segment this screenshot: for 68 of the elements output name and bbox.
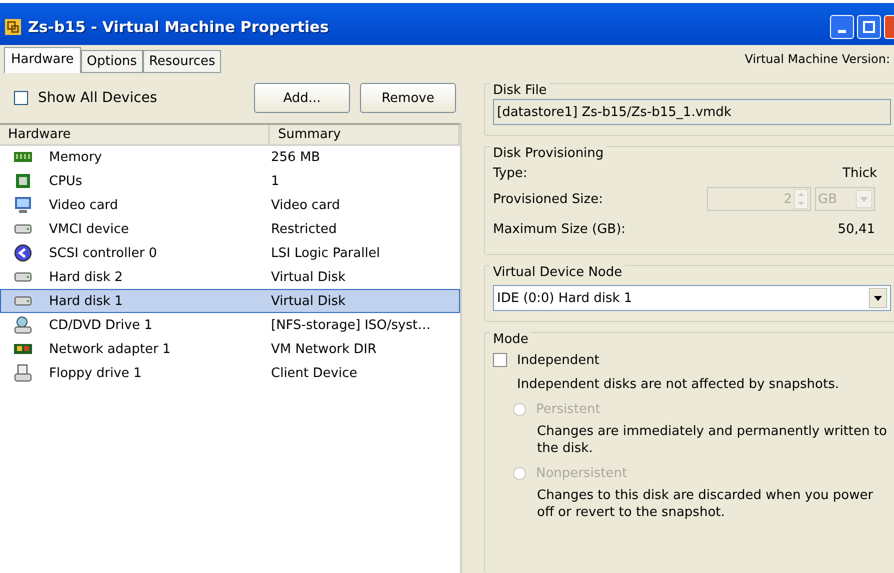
table-row[interactable]: VMCI device Restricted: [0, 217, 460, 241]
table-cell: Network adapter 1: [49, 342, 171, 356]
table-cell: SCSI controller 0: [49, 246, 157, 260]
field-label: Maximum Size (GB):: [493, 222, 626, 236]
field-label: Type:: [493, 166, 528, 180]
table-row[interactable]: Hard disk 1 Virtual Disk: [0, 289, 460, 313]
floppy-drive-icon: [13, 364, 33, 382]
table-cell-text: 256 MB: [271, 150, 322, 164]
radio-label: Persistent: [536, 402, 600, 416]
table-cell-text: [NFS-storage] ISO/syst…: [271, 318, 432, 332]
table-cell-text: Virtual Disk: [271, 270, 347, 284]
add-button[interactable]: Add...: [254, 83, 350, 113]
help-text: Independent disks are not affected by snapshots.: [516, 376, 840, 393]
table-cell-text: Virtual Disk: [271, 294, 347, 308]
maximize-icon: [863, 21, 875, 33]
table-row[interactable]: CPUs 1: [0, 169, 460, 193]
table-row[interactable]: CD/DVD Drive 1 [NFS-storage] ISO/syst…: [0, 313, 460, 337]
tab[interactable]: Options: [80, 50, 143, 73]
field-value: 50,41: [838, 222, 875, 236]
table-cell-text: VM Network DIR: [271, 342, 378, 356]
help-text: Changes are immediately and permanently written to the disk.: [536, 423, 888, 457]
group-title: Disk Provisioning: [490, 146, 607, 161]
app-icon: [4, 18, 22, 36]
checkbox-label: Independent: [517, 352, 600, 368]
table-cell: Hard disk 2: [49, 270, 123, 284]
checkbox[interactable]: [14, 91, 28, 105]
column-header[interactable]: Hardware: [0, 125, 270, 146]
table-cell-text: Client Device: [271, 366, 358, 380]
table-row[interactable]: Memory 256 MB: [0, 145, 460, 169]
table-cell-text: Restricted: [271, 222, 338, 236]
table-cell: Memory: [49, 150, 102, 164]
cpu-chip-icon: [13, 172, 33, 190]
monitor-icon: [13, 196, 33, 214]
table-cell: Video card: [49, 198, 118, 212]
table-cell: Floppy drive 1: [49, 366, 142, 380]
checkbox[interactable]: [493, 353, 507, 367]
minimize-icon: [838, 30, 846, 32]
cd-drive-icon: [13, 316, 33, 334]
table-row[interactable]: Video card Video card: [0, 193, 460, 217]
table-row[interactable]: Network adapter 1 VM Network DIR: [0, 337, 460, 361]
table-row[interactable]: Floppy drive 1 Client Device: [0, 361, 460, 385]
radio-label: Nonpersistent: [536, 466, 628, 480]
tab[interactable]: Resources: [142, 50, 222, 73]
device-node-dropdown[interactable]: IDE (0:0) Hard disk 1: [493, 285, 891, 311]
field-label: Provisioned Size:: [493, 192, 603, 206]
tab[interactable]: Hardware: [4, 47, 81, 73]
disk-file-field[interactable]: [datastore1] Zs-b15/Zs-b15_1.vmdk: [493, 99, 891, 125]
window-title: Zs-b15 - Virtual Machine Properties: [28, 18, 330, 36]
table-row[interactable]: Hard disk 2 Virtual Disk: [0, 265, 460, 289]
column-header[interactable]: Summary: [270, 125, 460, 146]
table-cell-text: Video card: [271, 198, 342, 212]
table-row[interactable]: SCSI controller 0 LSI Logic Parallel: [0, 241, 460, 265]
table-cell: Hard disk 1: [49, 294, 123, 308]
dropdown-arrow-icon: [869, 288, 887, 308]
maximize-button[interactable]: [857, 15, 881, 39]
remove-button[interactable]: Remove: [360, 83, 456, 113]
field-value: Thick: [842, 166, 877, 180]
table-cell: CD/DVD Drive 1: [49, 318, 152, 332]
spinner-arrows-icon: [794, 189, 808, 209]
table-cell-text: LSI Logic Parallel: [271, 246, 381, 260]
table-cell-text: 1: [271, 174, 280, 188]
version-label: Virtual Machine Version:: [744, 52, 890, 66]
help-text: Changes to this disk are discarded when you power off or revert to the snapshot.: [536, 487, 874, 521]
checkbox-label: Show All Devices: [38, 90, 158, 106]
table-cell: VMCI device: [49, 222, 129, 236]
minimize-button[interactable]: [830, 15, 854, 39]
table-cell: CPUs: [49, 174, 82, 188]
dropdown-arrow-icon: [856, 190, 872, 208]
